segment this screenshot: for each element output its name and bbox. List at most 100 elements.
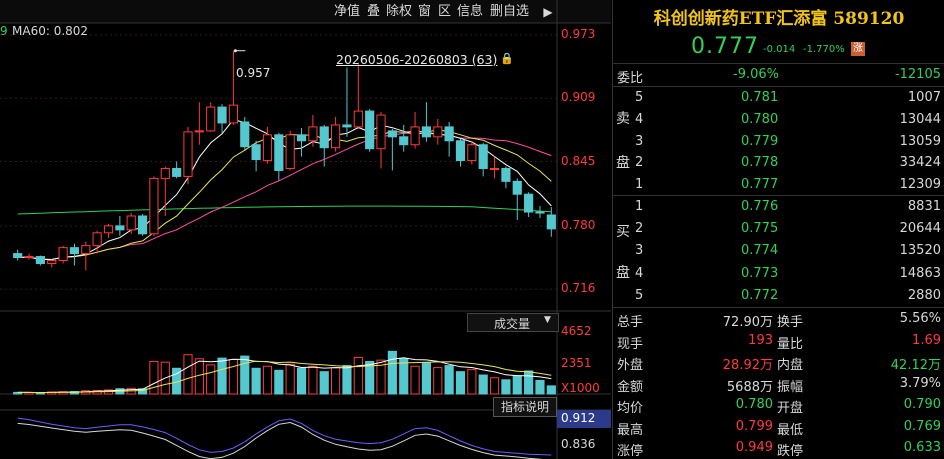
buy-side-label-1: 买 bbox=[616, 224, 630, 240]
ask-price: 0.779 bbox=[741, 133, 779, 149]
volume-axis-top: 4652 bbox=[561, 324, 592, 338]
ask-row-1[interactable]: 1 0.777 12309 bbox=[613, 173, 944, 196]
stat-label: 均价 bbox=[617, 401, 644, 416]
volume-bar-down bbox=[251, 367, 261, 395]
volume-bar-down bbox=[444, 365, 454, 395]
stat-value: 5688万 bbox=[726, 379, 773, 395]
volume-bar-down bbox=[319, 371, 329, 395]
volume-bar-up bbox=[489, 377, 500, 395]
volume-bar-up bbox=[285, 363, 295, 395]
candle-down bbox=[421, 126, 432, 138]
candle-up bbox=[308, 126, 318, 142]
bid-row-2[interactable]: 2 0.775 20644 bbox=[613, 217, 944, 240]
candle-down bbox=[365, 110, 375, 150]
stat-value: 0.769 bbox=[903, 418, 941, 434]
volume-bar-up bbox=[149, 360, 159, 395]
candle-up bbox=[489, 167, 500, 170]
candle-up bbox=[149, 177, 159, 235]
ask-row-2[interactable]: 2 0.778 33424 bbox=[613, 151, 944, 174]
candle-down bbox=[455, 140, 466, 162]
ask-row-5[interactable]: 5 0.781 1007 bbox=[613, 86, 944, 109]
stat-label: 最低 bbox=[777, 422, 804, 438]
ask-volume: 12309 bbox=[899, 177, 941, 193]
stat-value: 0.633 bbox=[903, 440, 941, 455]
stat-label: 换手 bbox=[777, 315, 804, 330]
volume-bar-up bbox=[262, 365, 273, 395]
candle-up bbox=[262, 134, 273, 162]
bid-price: 0.772 bbox=[741, 287, 779, 303]
volume-bar-down bbox=[296, 367, 307, 395]
interval-button[interactable]: 区 bbox=[438, 2, 451, 22]
candle-down bbox=[274, 134, 284, 171]
stats-row: 金额 5688万 振幅 3.79% bbox=[613, 372, 944, 395]
candle-down bbox=[115, 225, 125, 231]
volume-bar-up bbox=[228, 358, 238, 395]
kline-chart-svg[interactable] bbox=[0, 0, 611, 459]
candle-up bbox=[376, 114, 386, 150]
volume-bar-down bbox=[478, 374, 488, 395]
price-axis-label: 0.716 bbox=[561, 281, 596, 296]
date-range-label[interactable]: 20260506-20260803 (63) bbox=[336, 52, 497, 67]
lower-axis-top: 0.912 bbox=[561, 411, 596, 425]
volume-bar-down bbox=[217, 357, 227, 395]
stats-row: 最高 0.799 最低 0.769 bbox=[613, 415, 944, 438]
volume-bar-up bbox=[433, 367, 443, 395]
bid-level: 3 bbox=[635, 243, 644, 259]
stat-value: 1.69 bbox=[912, 332, 941, 348]
volume-bar-up bbox=[331, 367, 341, 395]
bid-price: 0.774 bbox=[741, 243, 779, 259]
candle-down bbox=[535, 211, 545, 214]
stat-value: 193 bbox=[748, 332, 773, 348]
lock-icon[interactable]: 🔒 bbox=[500, 52, 514, 65]
stats-row: 外盘 28.92万 内盘 42.12万 bbox=[613, 350, 944, 373]
candle-up bbox=[160, 167, 170, 179]
stat-value: 3.79% bbox=[899, 375, 941, 391]
indicator-help-button[interactable]: 指标说明 bbox=[493, 397, 557, 417]
ask-row-4[interactable]: 4 0.780 13044 bbox=[613, 108, 944, 131]
stat-value: 0.949 bbox=[735, 440, 773, 455]
bid-row-4[interactable]: 4 0.773 14863 bbox=[613, 262, 944, 285]
stats-row: 均价 0.780 开盘 0.790 bbox=[613, 393, 944, 416]
bid-volume: 2880 bbox=[907, 287, 941, 303]
candle-up bbox=[206, 106, 216, 132]
volume-indicator-dropdown[interactable]: 成交量 ▼ bbox=[467, 313, 559, 332]
stat-value: 28.92万 bbox=[722, 358, 773, 373]
candle-up bbox=[103, 225, 114, 234]
ask-row-3[interactable]: 3 0.779 13059 bbox=[613, 130, 944, 153]
stats-row: 涨停 0.949 跌停 0.633 bbox=[613, 436, 944, 459]
candle-down bbox=[444, 126, 454, 142]
overlay-button[interactable]: 叠 bbox=[367, 2, 380, 22]
expand-right-icon[interactable]: ▶ bbox=[540, 2, 556, 22]
bid-row-5[interactable]: 5 0.772 2880 bbox=[613, 284, 944, 307]
candle-up bbox=[433, 126, 443, 138]
price-axis-label: 0.845 bbox=[561, 153, 596, 168]
candle-up bbox=[58, 247, 68, 262]
lower-axis-mid: 0.836 bbox=[561, 437, 596, 451]
volume-bar-up bbox=[410, 365, 420, 395]
remove-watchlist-button[interactable]: 删自选 bbox=[490, 2, 529, 22]
weibi-row: 委比 -9.06% -12105 bbox=[613, 63, 944, 86]
candle-up bbox=[126, 215, 136, 231]
info-button[interactable]: 信息 bbox=[457, 2, 483, 22]
candle-down bbox=[546, 214, 556, 230]
stat-label: 开盘 bbox=[777, 401, 804, 416]
net-value-button[interactable]: 净值 bbox=[334, 2, 360, 22]
volume-bar-up bbox=[308, 365, 318, 395]
limit-up-badge: 涨 bbox=[851, 42, 865, 56]
ask-volume: 1007 bbox=[907, 90, 941, 105]
candle-up bbox=[331, 124, 341, 149]
kline-chart-area[interactable]: 净值 叠 除权 窗 区 信息 删自选 ▶ 9 MA60: 0.802 20260… bbox=[0, 0, 611, 459]
candle-down bbox=[137, 215, 148, 235]
volume-unit-label: X1000 bbox=[561, 381, 600, 395]
ma-prefix-label: 9 bbox=[0, 24, 8, 38]
candle-down bbox=[296, 134, 307, 142]
ex-right-button[interactable]: 除权 bbox=[386, 2, 412, 22]
ask-level: 5 bbox=[635, 90, 644, 105]
last-price: 0.777 bbox=[691, 34, 759, 59]
bid-level: 1 bbox=[635, 199, 644, 214]
bid-row-3[interactable]: 3 0.774 13520 bbox=[613, 239, 944, 262]
stat-value: 0.790 bbox=[903, 397, 941, 412]
window-button[interactable]: 窗 bbox=[418, 2, 431, 22]
stat-label: 总手 bbox=[617, 315, 644, 330]
bid-row-1[interactable]: 1 0.776 8831 bbox=[613, 195, 944, 218]
